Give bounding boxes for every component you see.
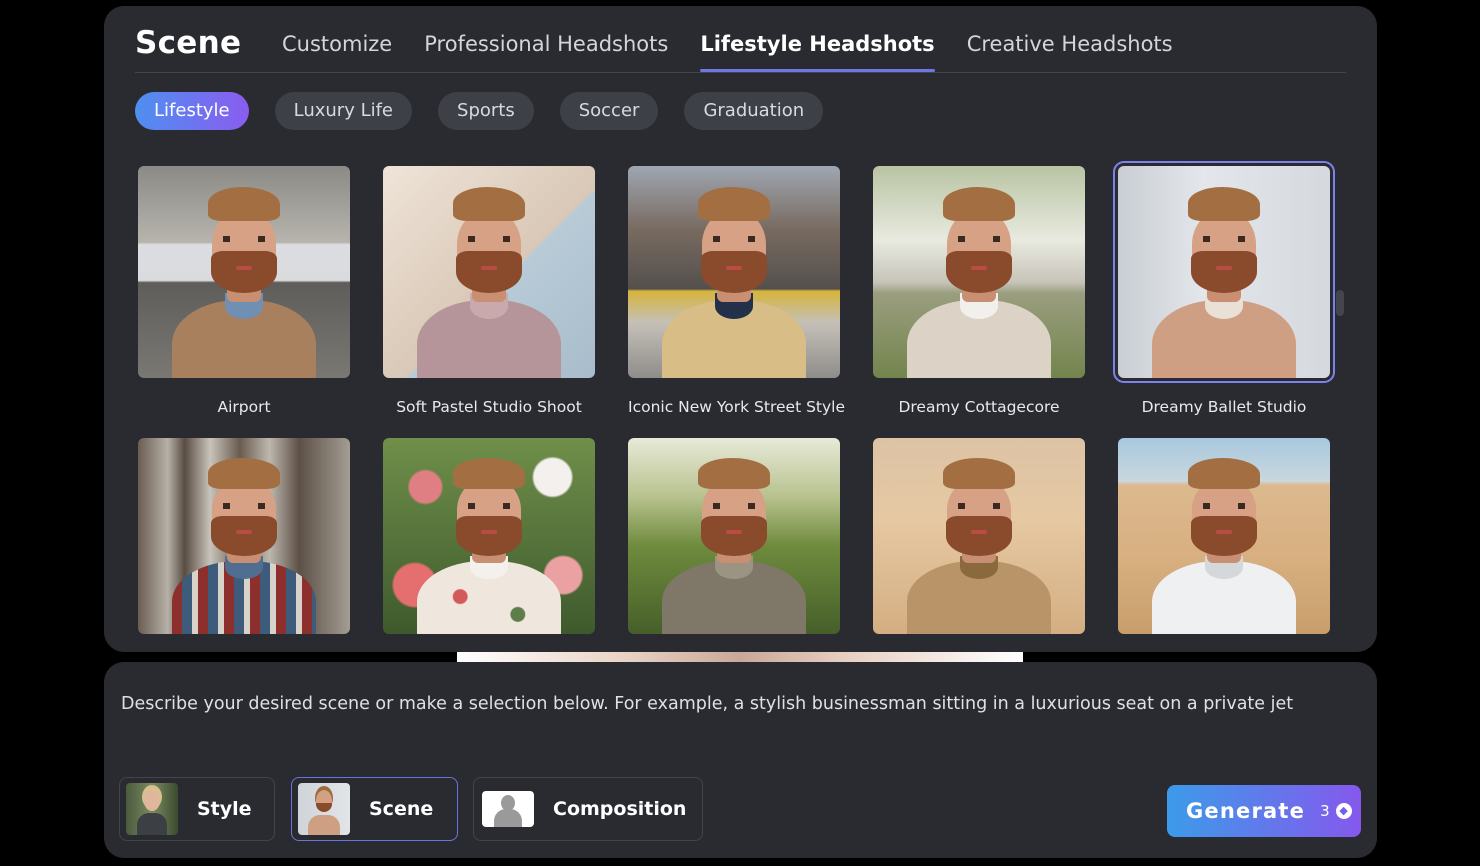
scene-thumbnail <box>1118 438 1330 634</box>
scene-thumbnail <box>383 166 595 378</box>
scene-label: Dreamy Ballet Studio <box>1141 398 1307 416</box>
scrollbar-thumb[interactable] <box>1336 290 1344 316</box>
panel-title: Scene <box>135 25 242 61</box>
headshot-person <box>383 166 595 378</box>
scene-card-dreamy-ballet-studio[interactable]: Dreamy Ballet Studio <box>1118 166 1330 416</box>
composition-option-button[interactable]: Composition <box>473 777 703 841</box>
scene-label: Airport <box>217 398 271 416</box>
style-option-label: Style <box>197 798 252 820</box>
scene-thumbnail <box>628 166 840 378</box>
headshot-person <box>1118 438 1330 634</box>
chip-luxury-life[interactable]: Luxury Life <box>274 92 413 130</box>
scene-thumbnail <box>628 438 840 634</box>
scene-card-soft-pastel-studio-shoot[interactable]: Soft Pastel Studio Shoot <box>383 166 595 416</box>
scene-thumbnail <box>138 166 350 378</box>
background-image-strip <box>457 652 1023 662</box>
scene-label: Dreamy Cottagecore <box>898 398 1060 416</box>
headshot-person <box>383 438 595 634</box>
scene-thumbnail <box>298 783 350 835</box>
scene-option-label: Scene <box>369 798 434 820</box>
scene-card-airport[interactable]: Airport <box>138 166 350 416</box>
scene-card-forest[interactable] <box>138 438 350 634</box>
headshot-person <box>138 438 350 634</box>
coin-icon: ◆ <box>1335 803 1352 819</box>
scene-label: Iconic New York Street Style <box>628 398 846 416</box>
credit-count: 3 <box>1320 802 1330 820</box>
scene-card-tropical-garden[interactable] <box>628 438 840 634</box>
composition-thumbnail <box>482 791 534 827</box>
scene-thumbnail <box>873 166 1085 378</box>
tab-creative-headshots[interactable]: Creative Headshots <box>967 6 1173 72</box>
scene-thumbnail <box>138 438 350 634</box>
tab-customize[interactable]: Customize <box>282 6 392 72</box>
chip-lifestyle[interactable]: Lifestyle <box>135 92 249 130</box>
headshot-person <box>1118 166 1330 378</box>
category-tabs: Customize Professional Headshots Lifesty… <box>282 6 1205 72</box>
scene-card-desert-dunes[interactable] <box>873 438 1085 634</box>
headshot-person <box>628 166 840 378</box>
generate-label: Generate <box>1186 799 1306 823</box>
headshot-person <box>873 166 1085 378</box>
headshot-person <box>138 166 350 378</box>
tabs-divider <box>135 72 1346 73</box>
headshot-person <box>628 438 840 634</box>
scene-option-button[interactable]: Scene <box>291 777 458 841</box>
prompt-input[interactable]: Describe your desired scene or make a se… <box>121 694 1351 714</box>
scene-panel: Scene Customize Professional Headshots L… <box>104 6 1377 652</box>
style-option-button[interactable]: Style <box>119 777 275 841</box>
tab-professional-headshots[interactable]: Professional Headshots <box>424 6 668 72</box>
composition-option-label: Composition <box>553 798 687 820</box>
subcategory-chips: Lifestyle Luxury Life Sports Soccer Grad… <box>135 92 849 130</box>
scene-card-flower-garden[interactable] <box>383 438 595 634</box>
tab-lifestyle-headshots[interactable]: Lifestyle Headshots <box>700 6 936 72</box>
scene-thumbnail <box>873 438 1085 634</box>
scene-thumbnail <box>383 438 595 634</box>
scene-thumbnail <box>1118 166 1330 378</box>
style-thumbnail <box>126 783 178 835</box>
chip-soccer[interactable]: Soccer <box>559 92 659 130</box>
scene-grid: Airport Soft Pastel Studio Shoot Iconic … <box>138 166 1338 634</box>
scene-card-desert-landscape[interactable] <box>1118 438 1330 634</box>
scene-label: Soft Pastel Studio Shoot <box>396 398 582 416</box>
scene-card-iconic-new-york-street-style[interactable]: Iconic New York Street Style <box>628 166 846 416</box>
scene-card-dreamy-cottagecore[interactable]: Dreamy Cottagecore <box>873 166 1085 416</box>
headshot-person <box>873 438 1085 634</box>
generate-button[interactable]: Generate 3 ◆ <box>1167 785 1361 837</box>
prompt-panel: Describe your desired scene or make a se… <box>104 662 1377 858</box>
chip-graduation[interactable]: Graduation <box>684 92 824 130</box>
chip-sports[interactable]: Sports <box>438 92 534 130</box>
